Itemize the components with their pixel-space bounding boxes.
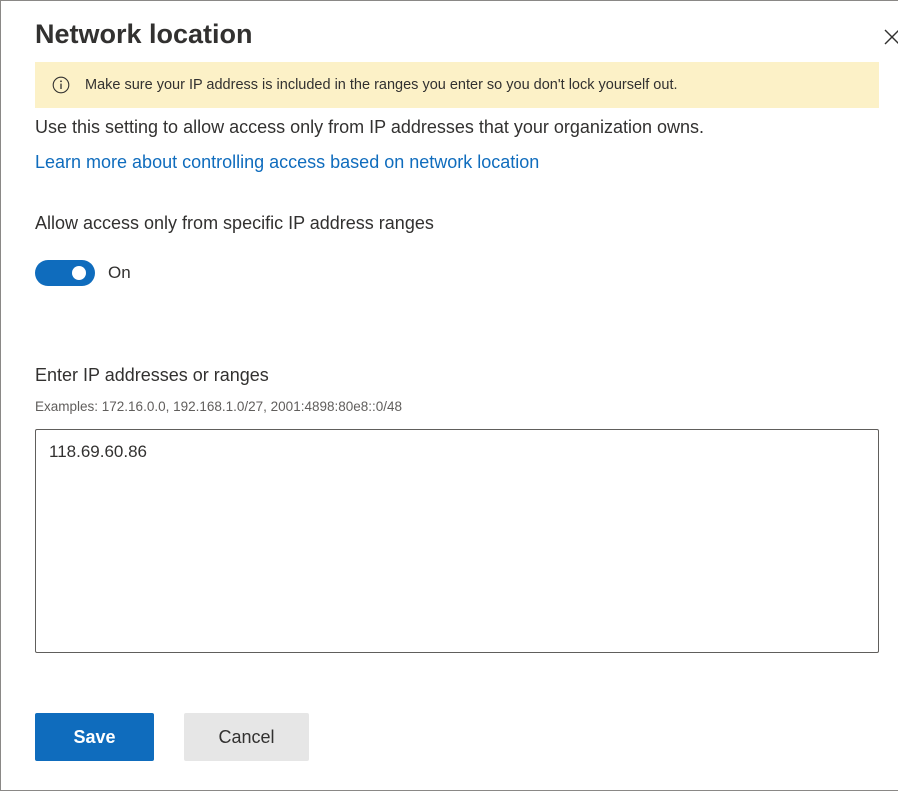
close-icon[interactable] <box>881 23 898 51</box>
ip-input-examples: Examples: 172.16.0.0, 192.168.1.0/27, 20… <box>35 399 403 414</box>
ip-input-label: Enter IP addresses or ranges <box>35 365 269 385</box>
ip-ranges-textarea[interactable]: 118.69.60.86 <box>35 429 879 653</box>
restriction-toggle[interactable] <box>35 260 95 286</box>
learn-more-link[interactable]: Learn more about controlling access base… <box>35 152 539 173</box>
restriction-toggle-row: On <box>35 260 131 286</box>
restriction-label: Allow access only from specific IP addre… <box>35 213 434 233</box>
info-icon <box>52 76 70 94</box>
warning-banner: Make sure your IP address is included in… <box>35 62 879 108</box>
description-text: Use this setting to allow access only fr… <box>35 117 704 137</box>
panel-title: Network location <box>35 19 253 49</box>
toggle-knob <box>72 266 86 280</box>
cancel-button[interactable]: Cancel <box>184 713 309 761</box>
network-location-panel: Network location Make sure your IP addre… <box>0 0 898 791</box>
warning-banner-text: Make sure your IP address is included in… <box>85 77 678 93</box>
save-button[interactable]: Save <box>35 713 154 761</box>
toggle-state-label: On <box>108 263 131 282</box>
